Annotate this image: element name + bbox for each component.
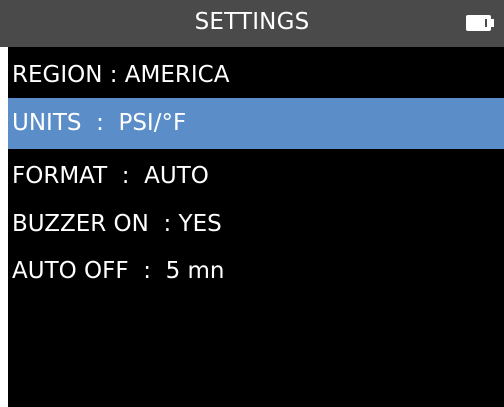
- menu-item-auto-off[interactable]: AUTO OFF : 5 mn: [8, 246, 504, 297]
- page-title: SETTINGS: [194, 9, 310, 35]
- screen-left-edge: [0, 47, 8, 407]
- battery-icon: [466, 15, 491, 31]
- battery-icon-body: [470, 19, 487, 27]
- menu-item-buzzer[interactable]: BUZZER ON : YES: [8, 199, 504, 250]
- battery-icon-tip: [491, 19, 494, 27]
- menu-item-format[interactable]: FORMAT : AUTO: [8, 151, 504, 202]
- settings-menu: REGION : AMERICA UNITS : PSI/°F FORMAT :…: [8, 47, 504, 407]
- battery-level-fill: [470, 19, 486, 27]
- menu-item-region[interactable]: REGION : AMERICA: [8, 50, 504, 101]
- device-screen: SETTINGS REGION : AMERICA UNITS : PSI/°F…: [0, 0, 504, 407]
- menu-item-units[interactable]: UNITS : PSI/°F: [8, 98, 504, 149]
